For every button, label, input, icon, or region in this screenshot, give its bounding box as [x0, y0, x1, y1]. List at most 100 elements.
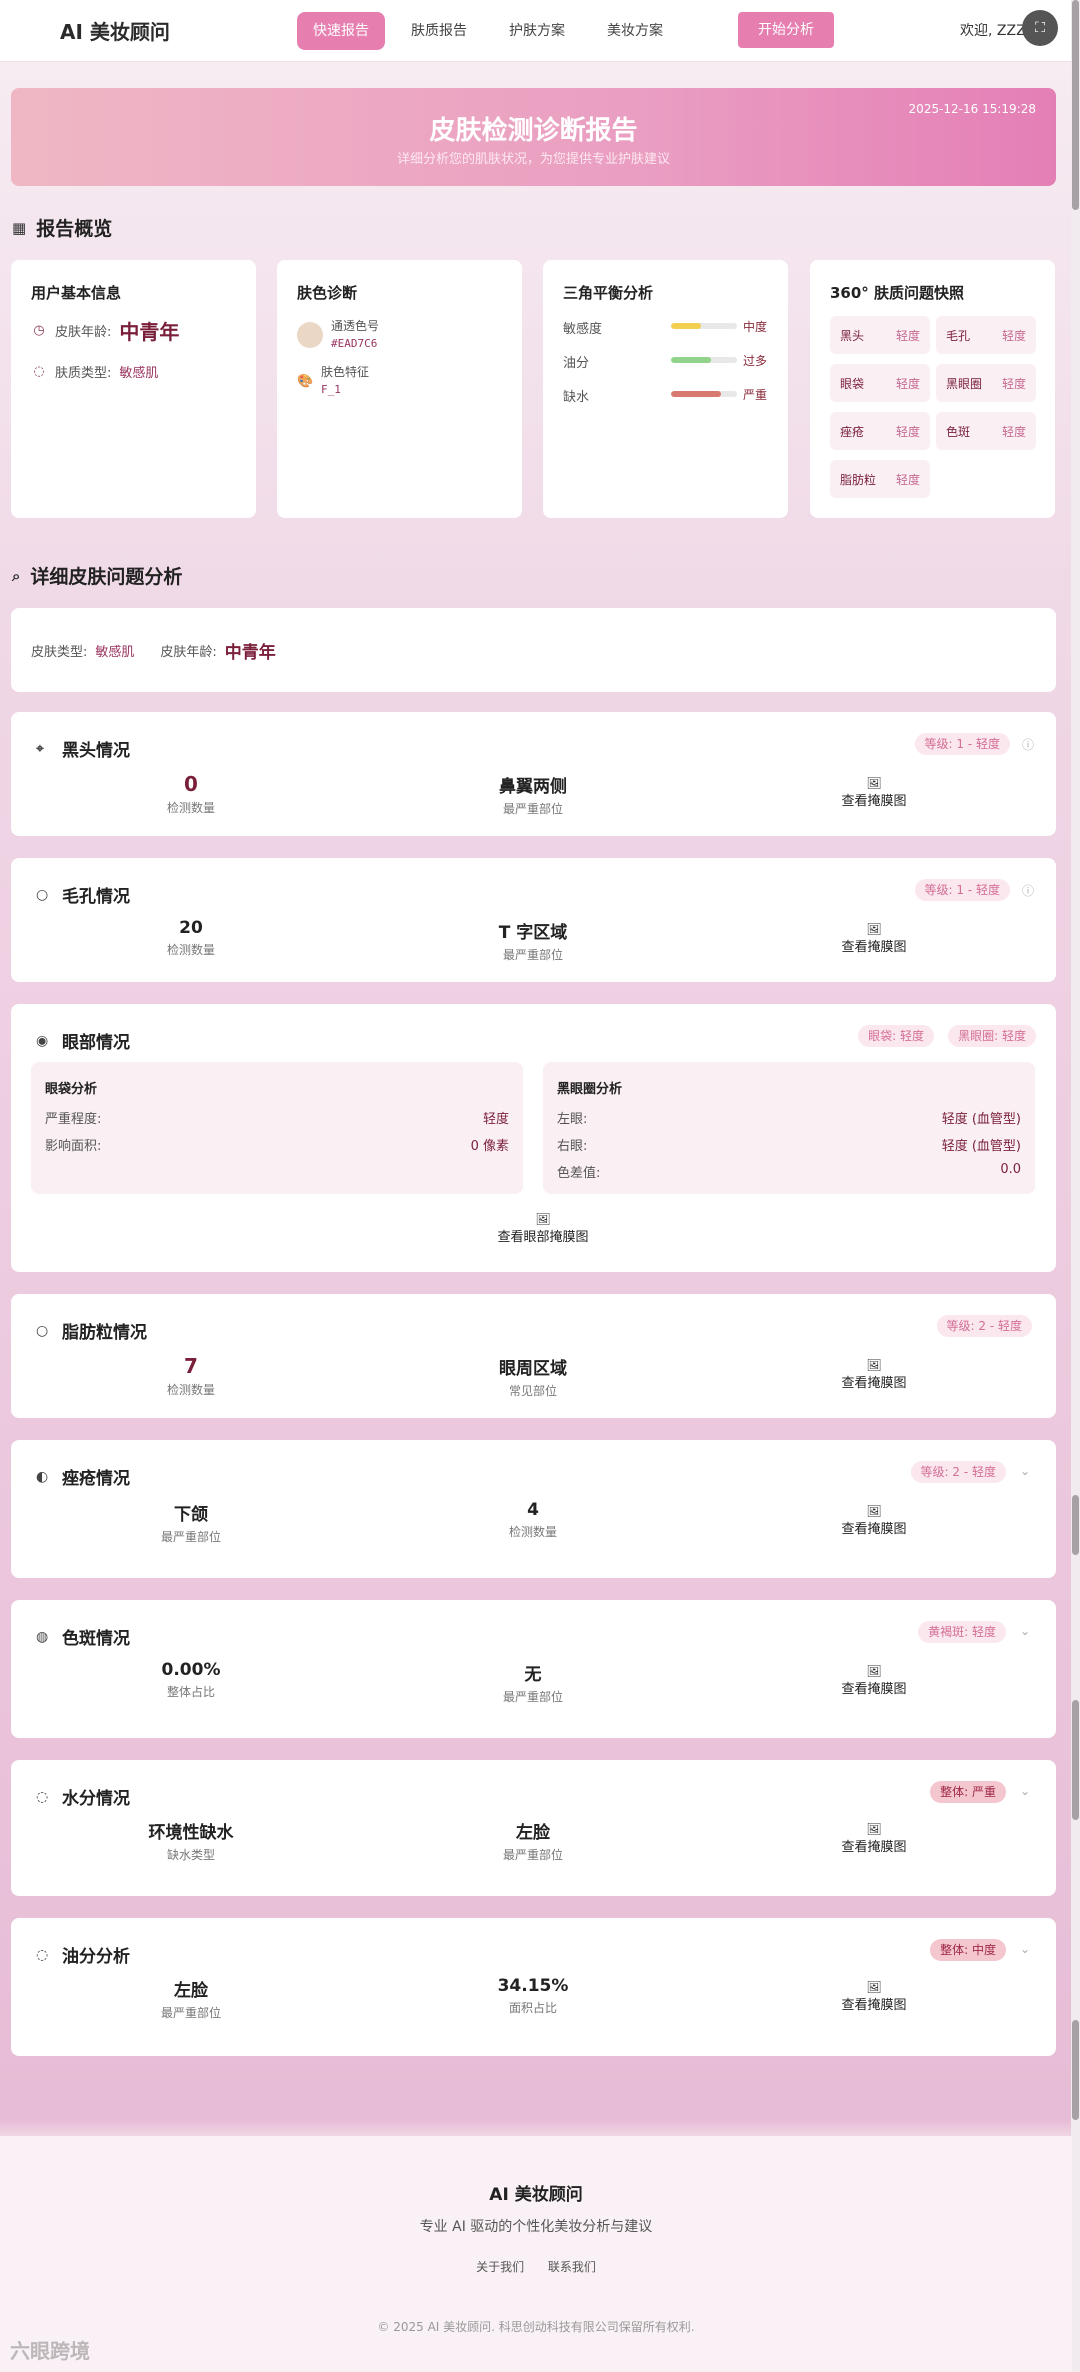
summary-row: 皮肤类型: 敏感肌 皮肤年龄: 中青年	[31, 643, 276, 663]
help-icon[interactable]: ⓘ	[1022, 882, 1034, 899]
level-badge: 等级: 2 - 轻度	[910, 1461, 1006, 1483]
card-title: ◐ 痤疮情况	[36, 1468, 130, 1490]
hydration-bar	[671, 391, 737, 397]
nav-quick-report[interactable]: 快速报告	[297, 12, 385, 50]
snapshot-tag[interactable]: 色斑 轻度	[936, 412, 1036, 450]
drop-icon: ◌	[33, 364, 45, 379]
oil-level: 过多	[743, 354, 768, 368]
drop-icon: ◐	[36, 1468, 49, 1485]
card-title: 三角平衡分析	[563, 284, 654, 302]
snapshot-tag[interactable]: 痤疮 轻度	[830, 412, 930, 450]
circle-icon: ○	[36, 1322, 49, 1339]
detail-heading: ⌕ 详细皮肤问题分析	[12, 566, 183, 588]
snapshot-tag[interactable]: 黑头 轻度	[830, 316, 930, 354]
scrollbar-thumb[interactable]	[1072, 0, 1079, 210]
chevron-down-icon[interactable]: ⌄	[1020, 1942, 1030, 1956]
view-mask-button[interactable]: 🖼 查看掩膜图	[814, 922, 934, 955]
image-icon: 🖼	[535, 1212, 551, 1226]
palette-icon: ◍	[36, 1628, 49, 1645]
scrollbar-thumb[interactable]	[1072, 1700, 1079, 1820]
area-metric: T 字区域 最严重部位	[498, 923, 568, 962]
target-icon: ⌖	[36, 740, 44, 757]
view-mask-button[interactable]: 🖼 查看掩膜图	[814, 776, 934, 809]
view-mask-button[interactable]: 🖼 查看掩膜图	[814, 1504, 934, 1537]
circle-icon: ○	[36, 886, 49, 903]
image-icon: 🖼	[866, 1822, 882, 1836]
view-mask-button[interactable]: 🖼 查看掩膜图	[814, 1980, 934, 2013]
welcome-text: 欢迎, ZZZ	[960, 23, 1026, 39]
spot-card: ◍ 色斑情况 黄褐斑: 轻度 ⌄ 0.00% 整体占比 无最严重部位 🖼 查看掩膜图	[11, 1600, 1056, 1738]
level-badge: 黄褐斑: 轻度	[918, 1621, 1006, 1643]
start-analysis-button[interactable]: 开始分析	[738, 12, 834, 48]
hydration-level: 严重	[743, 388, 768, 402]
image-icon: 🖼	[866, 1664, 882, 1678]
balance-label: 油分	[563, 356, 590, 371]
view-mask-button[interactable]: 🖼 查看掩膜图	[814, 1358, 934, 1391]
tone-row: 通透色号 #EAD7C6	[297, 318, 379, 352]
search-icon: ⌕	[12, 566, 21, 585]
count-metric: 4 检测数量	[508, 1500, 557, 1539]
about-link[interactable]: 关于我们	[476, 2260, 524, 2274]
image-icon: 🖼	[866, 1504, 882, 1518]
card-title: 肤色诊断	[297, 284, 358, 302]
snapshot-tag[interactable]: 眼袋 轻度	[830, 364, 930, 402]
footer: AI 美妆顾问 专业 AI 驱动的个性化美妆分析与建议 关于我们 联系我们 © …	[0, 2136, 1072, 2372]
oil-card: ◌ 油分分析 整体: 中度 ⌄ 左脸 最严重部位 34.15% 面积占比 🖼 查看掩膜图	[11, 1918, 1056, 2056]
water-drop-icon: ◌	[36, 1788, 49, 1805]
snapshot-tag[interactable]: 脂肪粒 轻度	[830, 460, 930, 498]
view-mask-button[interactable]: 🖼 查看掩膜图	[814, 1664, 934, 1697]
skin-color-card: 肤色诊断 通透色号 #EAD7C6 🎨 肤色特征 F_1	[277, 260, 522, 518]
card-title: ⌖ 黑头情况	[36, 740, 130, 762]
brand-logo[interactable]: AI 美妆顾问	[60, 16, 170, 45]
blackhead-card: ⌖ 黑头情况 等级: 1 - 轻度 ⓘ 0 检测数量 鼻翼两侧 最严重部位 🖼 查看掩膜…	[11, 712, 1056, 836]
milia-card: ○ 脂肪粒情况 等级: 2 - 轻度 7 检测数量 眼周区域 常见部位 🖼 查看掩膜图	[11, 1294, 1056, 1418]
chevron-down-icon[interactable]: ⌄	[1020, 1784, 1030, 1798]
area-metric: 鼻翼两侧 最严重部位	[499, 777, 567, 816]
snapshot-tag[interactable]: 毛孔 轻度	[936, 316, 1036, 354]
image-icon: 🖼	[866, 1980, 882, 1994]
report-title: 皮肤检测诊断报告	[429, 116, 638, 146]
nav-makeup-plan[interactable]: 美妆方案	[591, 12, 679, 50]
skin-type-row: ◌ 肤质类型: 敏感肌	[31, 362, 158, 381]
card-title: ○ 脂肪粒情况	[36, 1322, 147, 1344]
snapshot-tag[interactable]: 黑眼圈 轻度	[936, 364, 1036, 402]
user-info-card: 用户基本信息 ◷ 皮肤年龄: 中青年 ◌ 肤质类型: 敏感肌	[11, 260, 256, 518]
scrollbar[interactable]	[1071, 0, 1080, 2372]
card-title: ◍ 色斑情况	[36, 1628, 130, 1650]
view-eye-mask-button[interactable]: 🖼 查看眼部掩膜图	[463, 1212, 623, 1245]
level-badge: 等级: 2 - 轻度	[936, 1315, 1032, 1337]
image-icon: 🖼	[866, 776, 882, 790]
level-badge: 等级: 1 - 轻度	[914, 879, 1010, 901]
chevron-down-icon[interactable]: ⌄	[1020, 1624, 1030, 1638]
help-icon[interactable]: ⓘ	[1022, 736, 1034, 753]
scrollbar-thumb[interactable]	[1072, 2020, 1079, 2120]
oil-drop-icon: ◌	[36, 1946, 49, 1963]
oil-bar	[671, 357, 737, 363]
report-date: 2025-12-16 15:19:28	[908, 102, 1036, 116]
view-mask-button[interactable]: 🖼 查看掩膜图	[814, 1822, 934, 1855]
level-badge: 等级: 1 - 轻度	[914, 733, 1010, 755]
card-title: ◌ 油分分析	[36, 1946, 130, 1968]
fullscreen-icon[interactable]: ⛶	[1022, 10, 1058, 46]
summary-card: 皮肤类型: 敏感肌 皮肤年龄: 中青年	[11, 608, 1056, 692]
area-metric: 眼周区域 常见部位	[499, 1359, 567, 1398]
dark-circle-badge: 黑眼圈: 轻度	[948, 1025, 1036, 1047]
level-badge: 整体: 中度	[930, 1939, 1006, 1961]
contact-link[interactable]: 联系我们	[548, 2260, 596, 2274]
area-metric: 左脸 最严重部位	[160, 1981, 221, 2020]
area-metric: 下颌 最严重部位	[160, 1505, 221, 1544]
nav-skin-report[interactable]: 肤质报告	[395, 12, 483, 50]
nav-skincare-plan[interactable]: 护肤方案	[493, 12, 581, 50]
overview-heading: ▦ 报告概览	[12, 218, 113, 240]
count-metric: 20 检测数量	[166, 918, 215, 957]
report-subtitle: 详细分析您的肌肤状况，为您提供专业护肤建议	[396, 152, 670, 167]
scrollbar-thumb[interactable]	[1072, 1495, 1079, 1555]
balance-label: 缺水	[563, 390, 590, 405]
area-metric: 无最严重部位	[502, 1665, 563, 1704]
dark-circle-panel: 黑眼圈分析 左眼: 轻度 (血管型) 右眼: 轻度 (血管型) 色差值: 0.0	[543, 1062, 1035, 1194]
skin-age-row: ◷ 皮肤年龄: 中青年	[31, 316, 179, 345]
area-metric: 左脸 最严重部位	[502, 1823, 563, 1862]
nav-links: 快速报告 肤质报告 护肤方案 美妆方案	[297, 12, 679, 50]
chevron-down-icon[interactable]: ⌄	[1020, 1464, 1030, 1478]
water-card: ◌ 水分情况 整体: 严重 ⌄ 环境性缺水 缺水类型 左脸 最严重部位 🖼 查看掩膜图	[11, 1760, 1056, 1896]
